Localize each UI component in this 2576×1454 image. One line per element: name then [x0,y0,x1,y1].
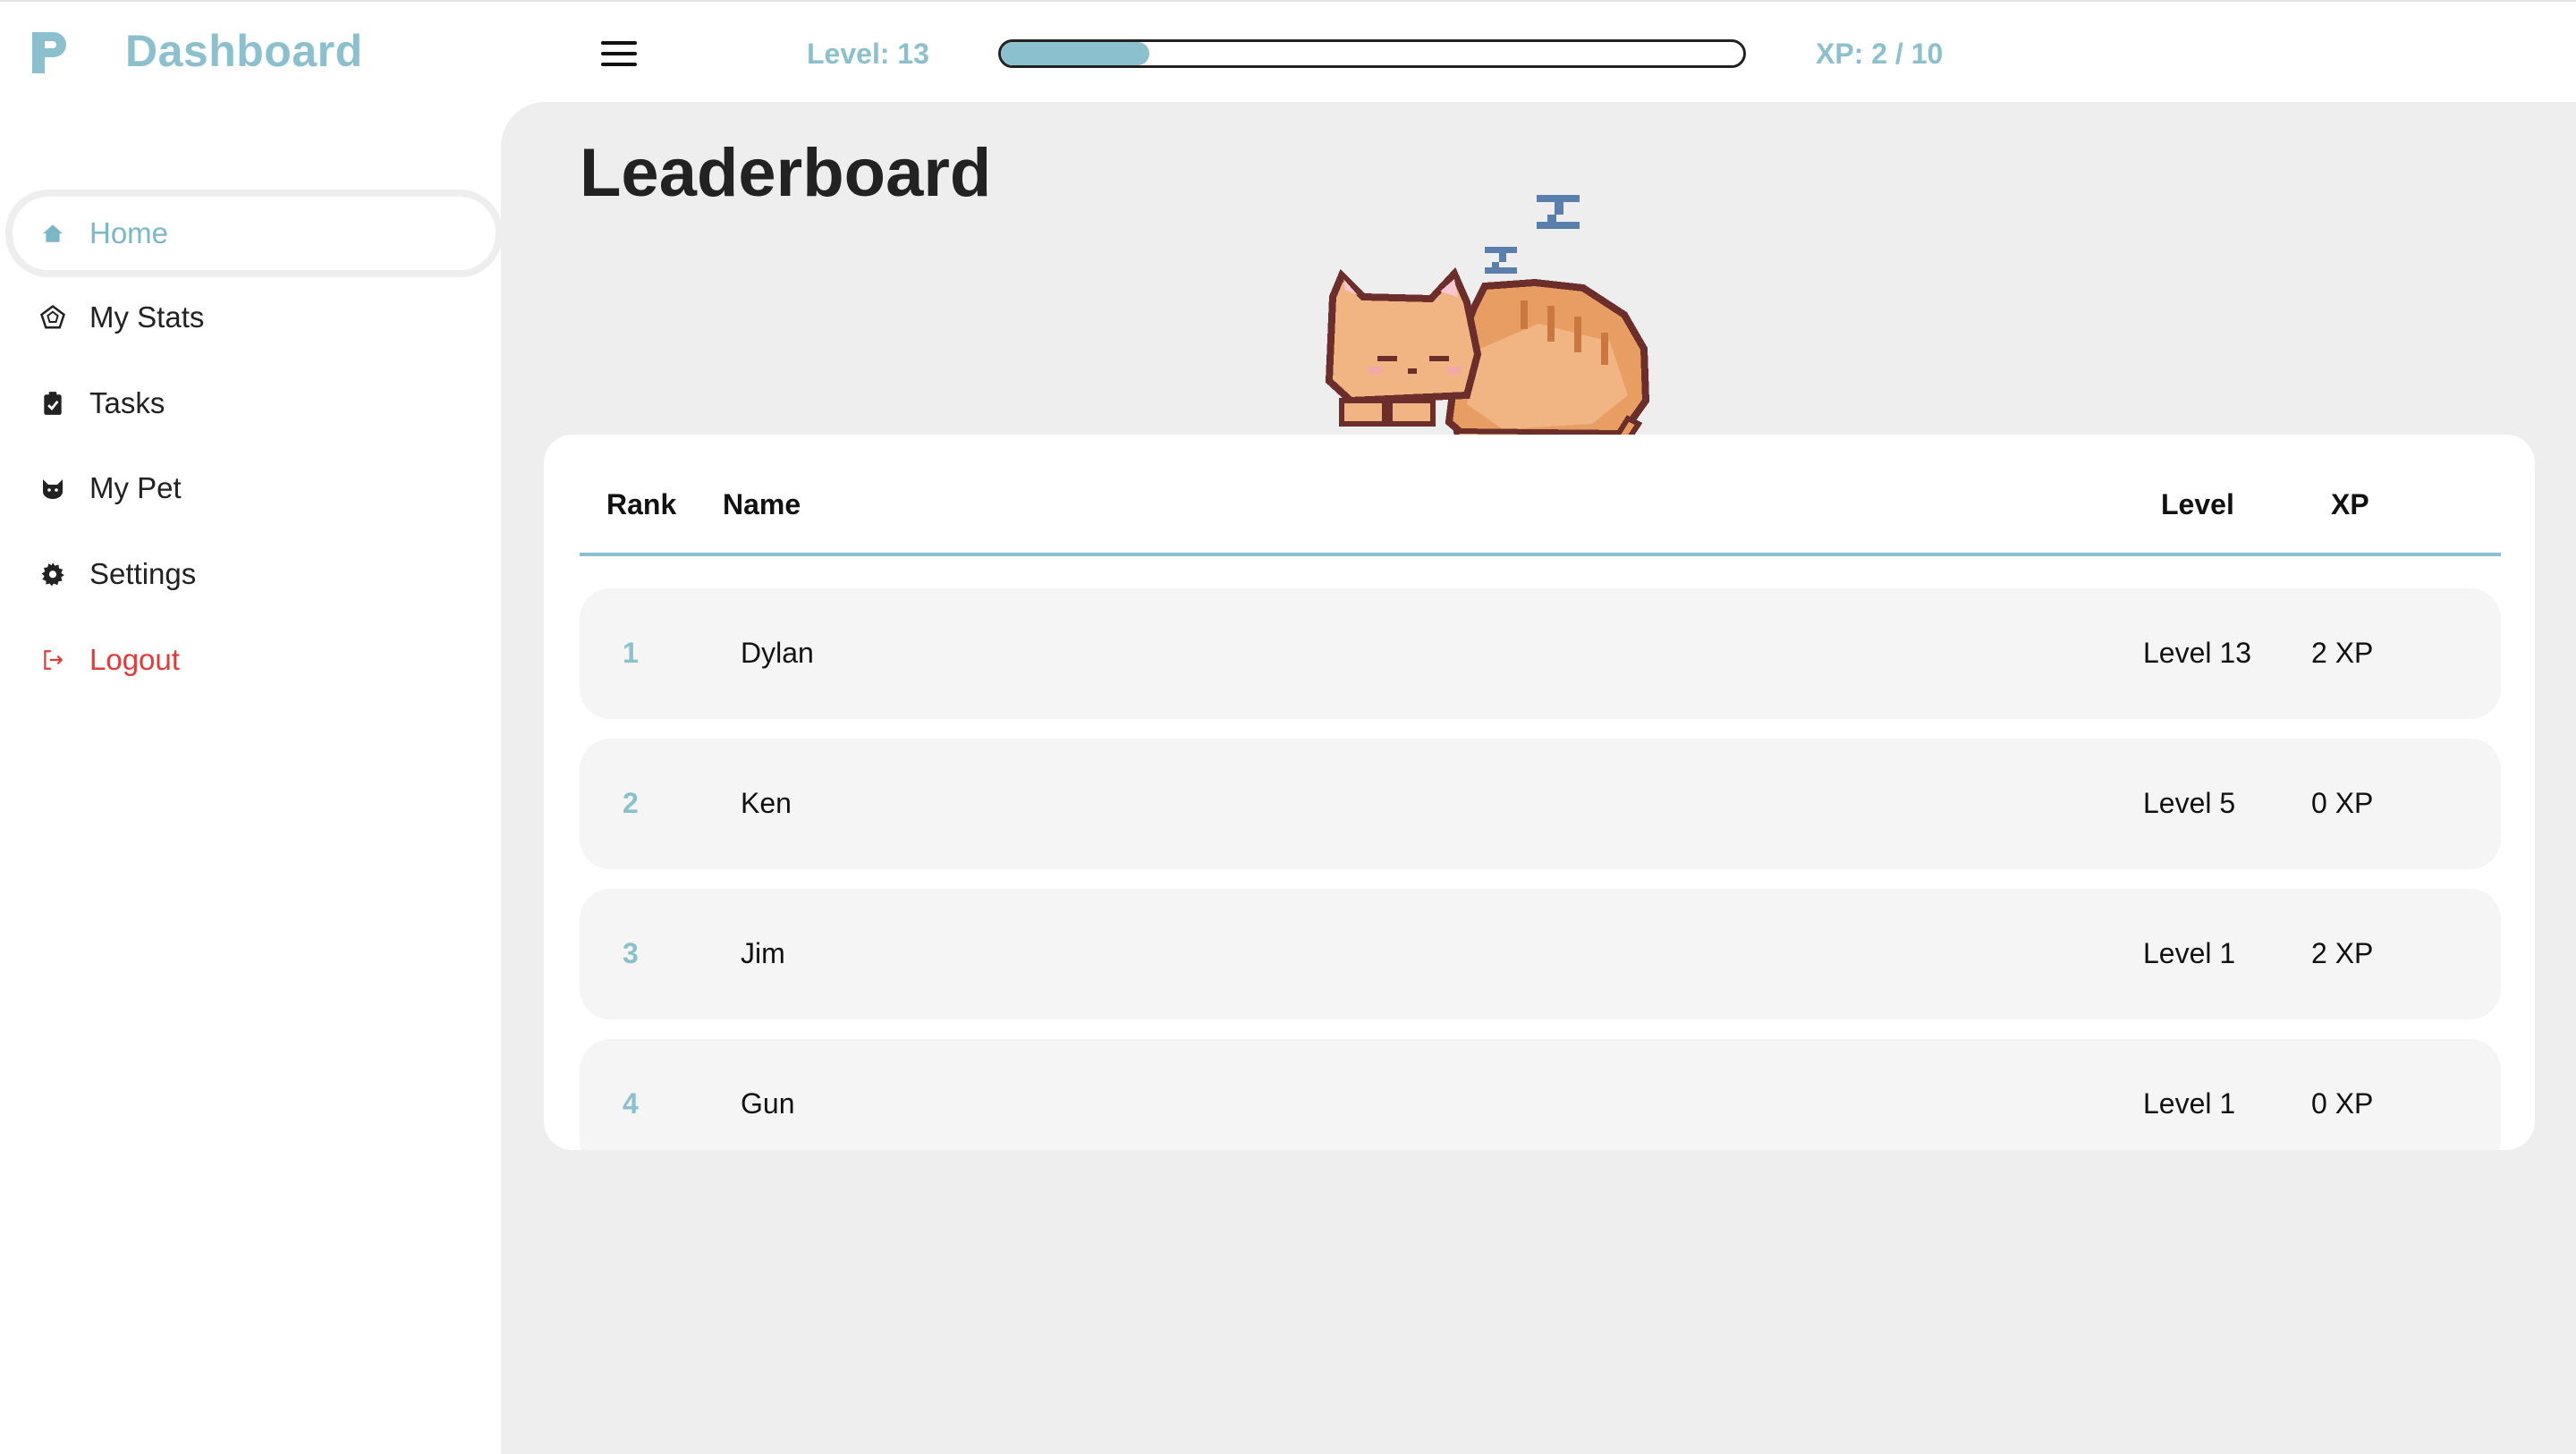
xp-cell: 0 XP [2311,1087,2374,1120]
clipboard-check-icon [39,390,66,417]
sidebar-item-label: Tasks [89,386,165,419]
sidebar-item-home[interactable]: Home [13,197,496,270]
cat-face-icon [39,475,66,502]
rank-cell: 1 [623,637,639,669]
xp-progress-fill [1001,42,1149,65]
xp-progress-bar [998,39,1746,68]
level-cell: Level 1 [2143,937,2236,969]
xp-label: XP: 2 / 10 [1816,38,1944,70]
pentagon-stats-icon [39,304,66,331]
sidebar-item-tasks[interactable]: Tasks [13,367,496,440]
column-header-name: Name [723,488,801,520]
gear-icon [39,561,66,588]
table-header: Rank Name Level XP [580,488,2501,556]
level-cell: Level 5 [2143,787,2236,819]
xp-cell: 2 XP [2311,937,2374,969]
table-row: 4 Gun Level 1 0 XP [580,1039,2501,1150]
xp-cell: 0 XP [2311,787,2374,819]
sidebar-item-label: Settings [89,557,197,590]
name-cell: Jim [741,937,785,969]
rank-cell: 3 [623,937,639,969]
column-header-level: Level [2161,488,2234,520]
sidebar-item-label: My Stats [89,300,205,334]
leaderboard-table: Rank Name Level XP 1 Dylan Level 13 2 XP… [544,435,2535,1150]
level-cell: Level 1 [2143,1087,2236,1120]
table-row: 3 Jim Level 1 2 XP [580,889,2501,1019]
name-cell: Ken [741,787,792,819]
sleeping-cat-image [1325,195,1650,452]
column-header-rank: Rank [606,488,677,520]
sidebar-item-my-pet[interactable]: My Pet [13,452,496,525]
page-title: Leaderboard [580,135,992,211]
xp-cell: 2 XP [2311,637,2374,669]
level-cell: Level 13 [2143,637,2251,669]
name-cell: Dylan [741,637,814,669]
level-label: Level: 13 [807,38,929,70]
sidebar-item-my-stats[interactable]: My Stats [13,281,496,354]
sidebar-item-settings[interactable]: Settings [13,537,496,611]
logout-icon [39,647,66,673]
rank-cell: 4 [623,1087,639,1120]
column-header-xp: XP [2331,488,2369,520]
hamburger-icon[interactable] [601,41,637,66]
rank-cell: 2 [623,787,639,819]
name-cell: Gun [741,1087,795,1120]
sidebar-item-label: Logout [89,643,180,676]
table-row: 1 Dylan Level 13 2 XP [580,588,2501,719]
home-icon [39,220,66,247]
sidebar-item-label: Home [89,216,169,249]
brand-title[interactable]: Dashboard [125,25,363,77]
sidebar-item-label: My Pet [89,471,182,504]
sidebar-item-logout[interactable]: Logout [13,623,496,697]
top-header: Dashboard Level: 13 XP: 2 / 10 [0,0,2576,102]
logo-icon [32,32,66,73]
table-row: 2 Ken Level 5 0 XP [580,739,2501,869]
